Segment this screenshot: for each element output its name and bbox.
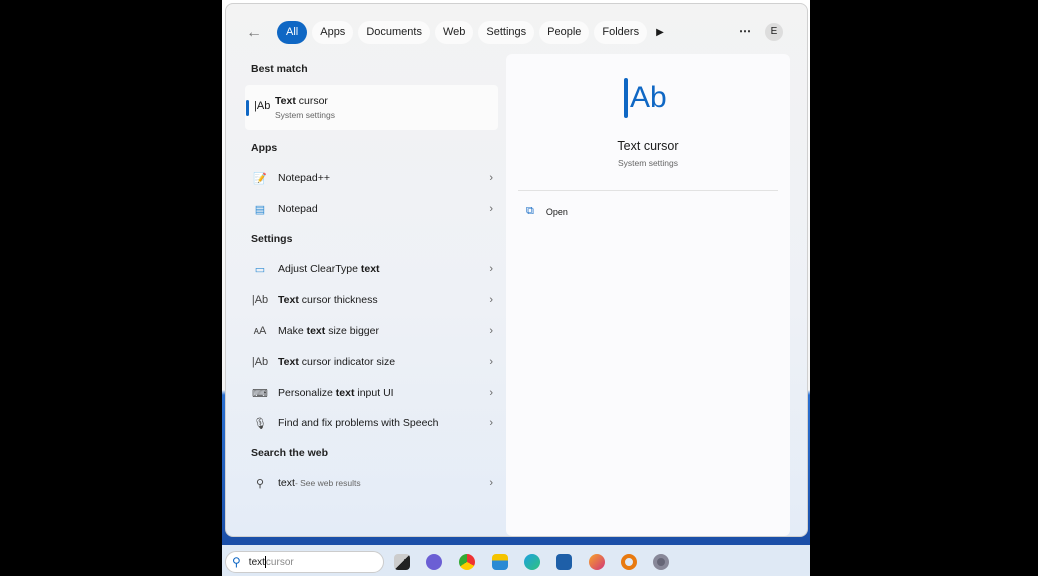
firefox-icon[interactable] bbox=[589, 554, 605, 570]
divider bbox=[518, 190, 778, 191]
web-result[interactable]: ⚲ text - See web results › bbox=[248, 470, 493, 496]
chevron-right-icon: › bbox=[489, 203, 493, 215]
microphone-icon: 🎙 bbox=[253, 417, 267, 430]
best-match-subtitle: System settings bbox=[275, 110, 335, 120]
setting-cursor-thickness[interactable]: |Ab Text cursor thickness › bbox=[248, 287, 493, 313]
preview-subtitle: System settings bbox=[618, 158, 678, 168]
start-search-panel: ← All Apps Documents Web Settings People… bbox=[225, 3, 808, 537]
taskbar-search-input[interactable]: ⚲ text cursor bbox=[225, 551, 384, 573]
setting-label: Text cursor indicator size bbox=[278, 356, 396, 368]
back-arrow-icon[interactable]: ← bbox=[246, 24, 268, 42]
open-external-icon: ⧉ bbox=[526, 205, 534, 217]
setting-label: Make text size bigger bbox=[278, 325, 379, 337]
store-icon[interactable] bbox=[556, 554, 572, 570]
setting-speech[interactable]: 🎙 Find and fix problems with Speech › bbox=[248, 410, 493, 436]
monitor-icon: ▭ bbox=[254, 263, 266, 276]
open-action[interactable]: ⧉ Open bbox=[526, 205, 568, 218]
filter-people[interactable]: People bbox=[539, 21, 590, 44]
setting-label: Text cursor thickness bbox=[278, 294, 378, 306]
setting-cleartype[interactable]: ▭ Adjust ClearType text › bbox=[248, 256, 493, 282]
notepad-plus-plus-icon: 📝 bbox=[253, 172, 267, 185]
chevron-right-icon: › bbox=[489, 477, 493, 489]
file-explorer-icon[interactable] bbox=[492, 554, 508, 570]
preview-pane: Ab Text cursor System settings ⧉ Open bbox=[506, 54, 790, 536]
search-tool-icon[interactable] bbox=[621, 554, 637, 570]
text-cursor-icon: |Ab bbox=[251, 294, 269, 306]
desktop: ← All Apps Documents Web Settings People… bbox=[222, 0, 810, 576]
app-label: Notepad++ bbox=[278, 172, 330, 184]
chevron-right-icon: › bbox=[489, 294, 493, 306]
teams-chat-icon[interactable] bbox=[426, 554, 442, 570]
keyboard-icon: ⌨ bbox=[252, 387, 268, 400]
text-cursor-icon: |Ab bbox=[254, 100, 271, 112]
chevron-right-icon: › bbox=[489, 172, 493, 184]
app-notepad-plus-plus[interactable]: 📝 Notepad++ › bbox=[248, 165, 493, 191]
web-suffix: - See web results bbox=[294, 478, 361, 488]
chevron-right-icon: › bbox=[489, 356, 493, 368]
settings-header: Settings bbox=[251, 233, 293, 245]
filter-apps[interactable]: Apps bbox=[312, 21, 354, 44]
web-query: text bbox=[278, 477, 295, 489]
setting-cursor-indicator[interactable]: |Ab Text cursor indicator size › bbox=[248, 349, 493, 375]
more-options-button[interactable]: ⋯ bbox=[739, 24, 751, 38]
apps-header: Apps bbox=[251, 142, 278, 154]
filter-folders[interactable]: Folders bbox=[594, 21, 648, 44]
notepad-icon: ▤ bbox=[254, 203, 266, 216]
filter-settings[interactable]: Settings bbox=[478, 21, 535, 44]
chevron-right-icon: › bbox=[489, 387, 493, 399]
best-match-header: Best match bbox=[251, 63, 308, 75]
setting-label: Adjust ClearType text bbox=[278, 263, 380, 275]
selection-indicator bbox=[246, 100, 249, 116]
filter-all[interactable]: All bbox=[277, 21, 308, 44]
chrome-icon[interactable] bbox=[459, 554, 475, 570]
typed-text: text bbox=[248, 556, 265, 568]
filter-documents[interactable]: Documents bbox=[358, 21, 430, 44]
taskbar: ⚲ text cursor bbox=[222, 545, 810, 576]
settings-gear-icon[interactable] bbox=[653, 554, 669, 570]
app-notepad[interactable]: ▤ Notepad › bbox=[248, 196, 493, 222]
avatar[interactable]: E bbox=[765, 23, 783, 41]
search-icon: ⚲ bbox=[255, 477, 265, 490]
best-match-title: Text cursor bbox=[275, 95, 328, 107]
web-header: Search the web bbox=[251, 447, 329, 459]
task-view-icon[interactable] bbox=[394, 554, 410, 570]
autocomplete-text: cursor bbox=[265, 556, 294, 568]
setting-label: Find and fix problems with Speech bbox=[278, 417, 439, 429]
text-cursor-large-icon: Ab bbox=[624, 78, 667, 118]
chevron-right-icon: › bbox=[489, 325, 493, 337]
open-label: Open bbox=[545, 206, 568, 217]
setting-text-input[interactable]: ⌨ Personalize text input UI › bbox=[248, 380, 493, 406]
search-icon: ⚲ bbox=[232, 555, 241, 569]
text-cursor-icon: |Ab bbox=[251, 356, 269, 368]
best-match-item[interactable]: |Ab Text cursor System settings bbox=[245, 85, 498, 130]
text-size-icon: ᴀA bbox=[253, 325, 267, 337]
app-label: Notepad bbox=[278, 203, 318, 215]
filter-web[interactable]: Web bbox=[434, 21, 474, 44]
chevron-right-icon: › bbox=[489, 417, 493, 429]
filter-bar: ← All Apps Documents Web Settings People… bbox=[246, 21, 664, 44]
preview-title: Text cursor bbox=[617, 139, 679, 153]
setting-text-size[interactable]: ᴀA Make text size bigger › bbox=[248, 318, 493, 344]
chevron-right-icon: › bbox=[489, 263, 493, 275]
play-more-icon[interactable]: ▶ bbox=[656, 27, 664, 38]
edge-icon[interactable] bbox=[524, 554, 540, 570]
setting-label: Personalize text input UI bbox=[278, 387, 394, 399]
